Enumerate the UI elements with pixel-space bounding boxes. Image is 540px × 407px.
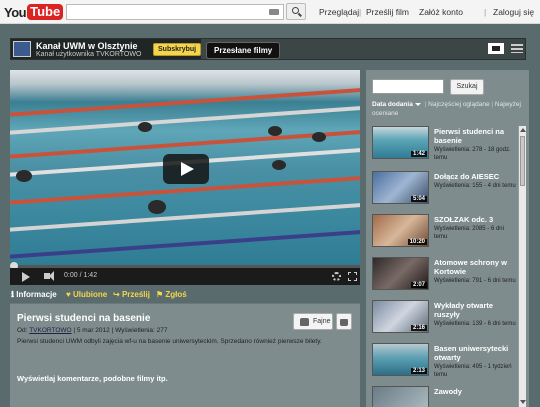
video-views: Wyświetlenia: 2085 - 6 dni temu — [434, 226, 504, 240]
time-display: 0:00 / 1:42 — [64, 272, 98, 279]
video-action-tabs: ℹ Informacje ♥ Ulubione ↪ Prześlij ⚑ Zgł… — [10, 290, 360, 302]
list-item[interactable]: 2:13 Basen uniwersytecki otwarty Wyświet… — [372, 343, 518, 383]
list-item[interactable]: 10:20 SZOŁZAK odc. 3 Wyświetlenia: 2085 … — [372, 214, 518, 254]
video-link[interactable]: Basen uniwersytecki otwarty — [434, 344, 518, 362]
channel-info: Kanał UWM w Olsztynie Kanał użytkownika … — [11, 39, 202, 59]
swimmer — [268, 126, 282, 136]
video-meta: Od: TVKORTOWO | 5 mar 2012 | Wyświetleni… — [17, 327, 168, 334]
channel-avatar[interactable] — [13, 41, 31, 57]
like-button[interactable]: Fajne — [293, 313, 333, 330]
sort-date-added[interactable]: Data dodania — [372, 101, 413, 108]
logo-you: You — [4, 4, 27, 20]
video-frame[interactable] — [10, 70, 360, 265]
video-views: Wyświetlenia: 139 - 6 dni temu — [434, 321, 516, 327]
tab-favorites[interactable]: ♥ Ulubione — [66, 290, 107, 299]
show-comments-link[interactable]: Wyświetlaj komentarze, podobne filmy itp… — [17, 374, 168, 383]
top-separator: | — [359, 7, 362, 17]
swimmer — [148, 200, 166, 214]
video-views: Wyświetlenia: 791 - 6 dni temu — [434, 278, 516, 284]
grid-view-icon[interactable] — [511, 44, 523, 53]
video-link[interactable]: SZOŁZAK odc. 3 — [434, 215, 518, 224]
video-thumbnail[interactable]: 10:20 — [372, 214, 429, 247]
tab-info[interactable]: ℹ Informacje — [11, 290, 57, 299]
channel-search-input[interactable] — [372, 79, 444, 94]
youtube-logo[interactable]: You Tube — [4, 3, 64, 21]
logo-tube: Tube — [27, 4, 64, 20]
video-views: Wyświetlenia: 495 - 1 tydzień temu — [434, 364, 512, 378]
play-button-icon[interactable] — [22, 272, 30, 282]
list-item[interactable]: 5:04 Dołącz do AIESEC Wyświetlenia: 155 … — [372, 171, 518, 211]
video-description: Pierwsi studenci UWM odbyli zajęcia wf-u… — [17, 338, 322, 345]
video-info-panel: Pierwsi studenci na basenie Od: TVKORTOW… — [10, 303, 360, 407]
video-thumbnail[interactable]: 1:42 — [372, 126, 429, 159]
search-button[interactable] — [286, 3, 306, 20]
swimmer — [138, 122, 152, 132]
video-thumbnail[interactable]: 2:16 — [372, 300, 429, 333]
video-thumbnail[interactable] — [372, 386, 429, 407]
video-title: Pierwsi studenci na basenie — [17, 313, 151, 324]
caret-down-icon — [414, 102, 421, 106]
channel-subtitle: Kanał użytkownika TVKORTOWO — [36, 51, 142, 58]
channel-sidebar: Szukaj Data dodania | Najczęściej ogląda… — [366, 70, 529, 407]
list-item[interactable]: Zawody — [372, 386, 518, 407]
video-player[interactable]: 0:00 / 1:42 — [10, 70, 360, 285]
scroll-down-icon[interactable] — [520, 400, 526, 404]
top-bar: You Tube Przeglądaj | Prześlij film Załó… — [0, 0, 540, 24]
dislike-button[interactable] — [336, 313, 352, 330]
channel-header: Kanał UWM w Olsztynie Kanał użytkownika … — [10, 38, 526, 60]
author-link[interactable]: TVKORTOWO — [29, 327, 71, 334]
video-views: Wyświetlenia: 155 - 4 dni temu — [434, 183, 516, 189]
search-input[interactable] — [66, 4, 284, 20]
subscribe-button[interactable]: Subskrybuj — [153, 43, 202, 56]
channel-search-button[interactable]: Szukaj — [450, 79, 484, 95]
video-link[interactable]: Wykłady otwarte ruszyły — [434, 301, 518, 319]
thumbs-up-icon — [300, 318, 309, 326]
fullscreen-icon[interactable] — [348, 272, 357, 281]
channel-name[interactable]: Kanał UWM w Olsztynie — [36, 41, 138, 51]
scroll-up-icon[interactable] — [520, 128, 526, 132]
list-item[interactable]: 2:16 Wykłady otwarte ruszyły Wyświetleni… — [372, 300, 518, 340]
upload-date: 5 mar 2012 — [76, 327, 110, 334]
keyboard-icon[interactable] — [269, 9, 279, 15]
list-item[interactable]: 1:42 Pierwsi studenci na basenie Wyświet… — [372, 126, 518, 166]
swimmer — [272, 160, 286, 170]
video-link[interactable]: Zawody — [434, 387, 518, 396]
view-count: Wyświetlenia: 277 — [115, 327, 168, 334]
video-thumbnail[interactable]: 2:13 — [372, 343, 429, 376]
play-icon[interactable] — [163, 154, 209, 184]
video-link[interactable]: Pierwsi studenci na basenie — [434, 127, 518, 145]
sort-options: Data dodania | Najczęściej oglądane | Na… — [372, 101, 521, 117]
swimmer — [16, 170, 32, 182]
tab-report[interactable]: ⚑ Zgłoś — [156, 290, 187, 299]
video-thumbnail[interactable]: 2:07 — [372, 257, 429, 290]
upload-link[interactable]: Prześlij film — [366, 7, 409, 17]
create-account-link[interactable]: Załóż konto — [419, 7, 463, 17]
sort-most-viewed[interactable]: Najczęściej oglądane — [428, 101, 489, 108]
tab-uploads[interactable]: Przesłane filmy — [206, 42, 281, 59]
video-views: Wyświetlenia: 278 - 18 godz. temu — [434, 147, 511, 161]
list-scrollbar[interactable] — [518, 126, 526, 407]
swimmer — [312, 132, 326, 142]
scroll-thumb[interactable] — [520, 136, 525, 186]
list-item[interactable]: 2:07 Atomowe schrony w Kortowie Wyświetl… — [372, 257, 518, 297]
player-view-icon[interactable] — [488, 43, 504, 54]
volume-icon[interactable] — [44, 271, 54, 281]
sign-in-link[interactable]: Zaloguj się — [493, 7, 534, 17]
browse-link[interactable]: Przeglądaj — [319, 7, 359, 17]
settings-gear-icon[interactable] — [332, 272, 341, 281]
player-controls: 0:00 / 1:42 — [10, 268, 360, 285]
video-thumbnail[interactable]: 5:04 — [372, 171, 429, 204]
tab-share[interactable]: ↪ Prześlij — [113, 290, 150, 299]
video-link[interactable]: Dołącz do AIESEC — [434, 172, 518, 181]
thumbs-down-icon — [340, 319, 348, 326]
top-separator: | — [484, 7, 487, 17]
video-link[interactable]: Atomowe schrony w Kortowie — [434, 258, 518, 276]
